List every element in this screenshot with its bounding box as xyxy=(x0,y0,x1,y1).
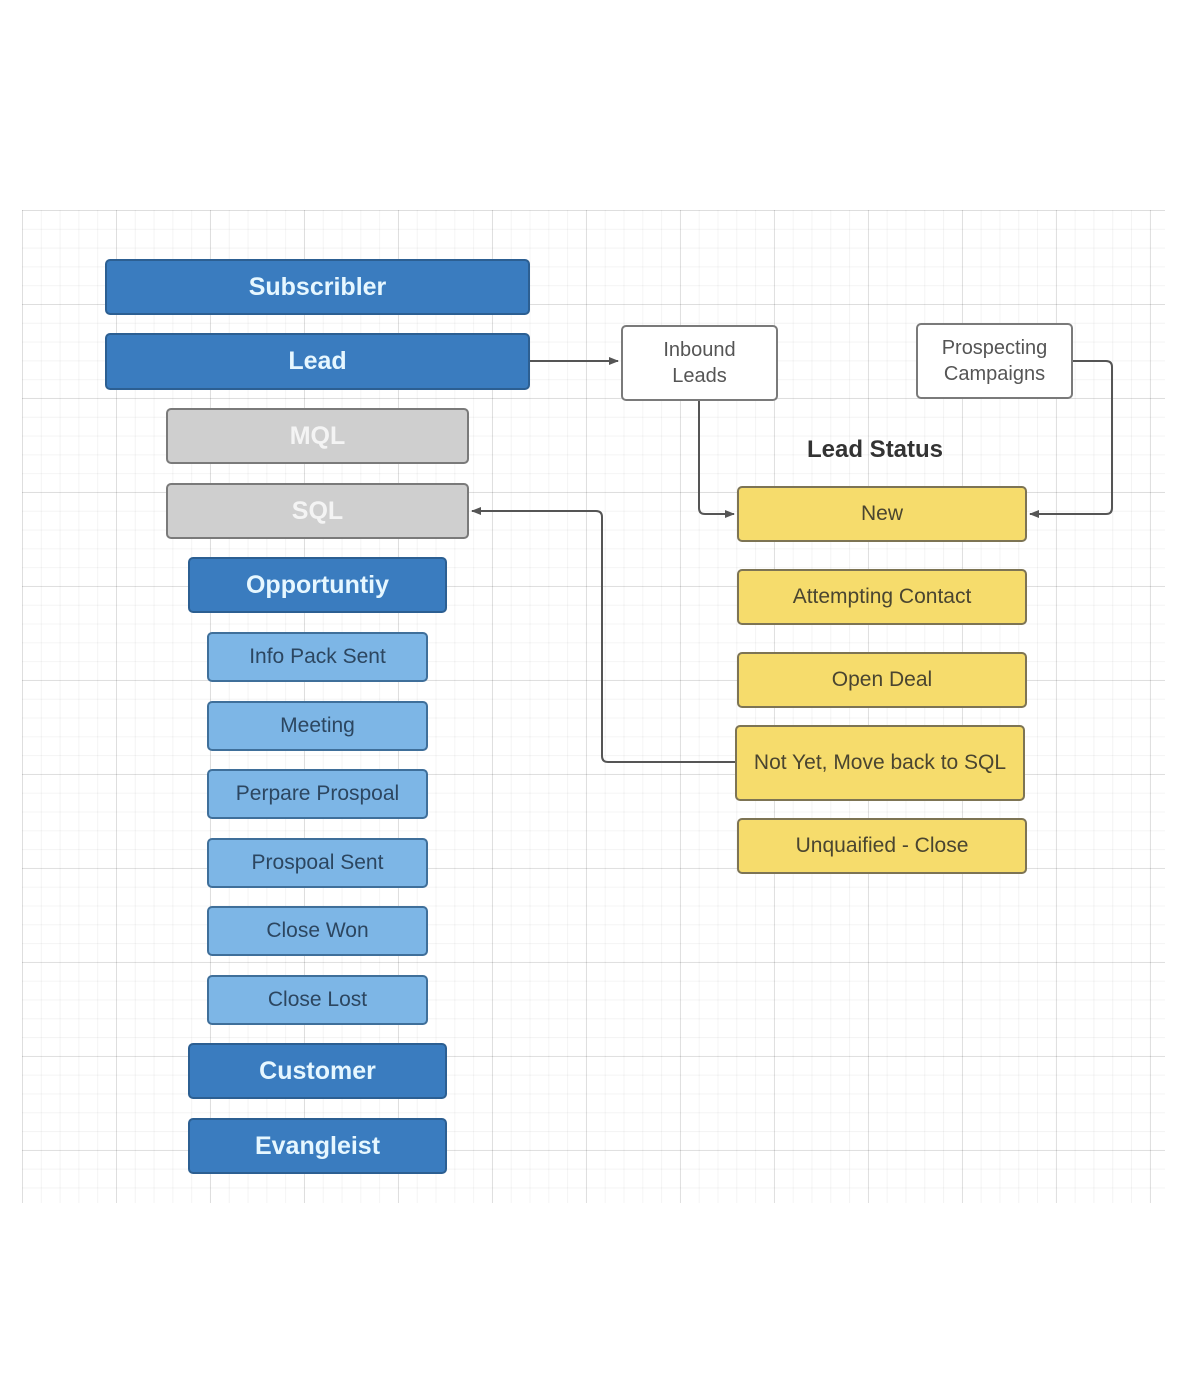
stage-lead[interactable]: Lead xyxy=(105,333,530,390)
substage-label: Close Lost xyxy=(267,988,368,1011)
stage-label: Lead xyxy=(288,347,347,375)
status-attempting-contact[interactable]: Attempting Contact xyxy=(737,569,1027,625)
substage-prepare-proposal[interactable]: Perpare Prospoal xyxy=(207,769,428,819)
substage-meeting[interactable]: Meeting xyxy=(207,701,428,751)
substage-proposal-sent[interactable]: Prospoal Sent xyxy=(207,838,428,888)
stage-subscriber[interactable]: Subscribler xyxy=(105,259,530,315)
stage-mql[interactable]: MQL xyxy=(166,408,469,464)
status-open-deal[interactable]: Open Deal xyxy=(737,652,1027,708)
substage-close-lost[interactable]: Close Lost xyxy=(207,975,428,1025)
substage-close-won[interactable]: Close Won xyxy=(207,906,428,956)
status-label: Not Yet, Move back to SQL xyxy=(753,751,1007,774)
status-label: Unquaified - Close xyxy=(795,834,969,857)
status-label: Open Deal xyxy=(831,668,933,691)
status-unqualified-close[interactable]: Unquaified - Close xyxy=(737,818,1027,874)
stage-label: Subscribler xyxy=(248,272,387,301)
stage-label: SQL xyxy=(291,496,344,525)
substage-info-pack-sent[interactable]: Info Pack Sent xyxy=(207,632,428,682)
status-label: New xyxy=(860,502,903,525)
substage-label: Meeting xyxy=(280,714,355,737)
stage-opportunity[interactable]: Opportuntiy xyxy=(188,557,447,613)
status-not-yet-move-back[interactable]: Not Yet, Move back to SQL xyxy=(735,725,1025,801)
stage-label: MQL xyxy=(289,421,346,450)
substage-label: Prospoal Sent xyxy=(251,851,384,874)
source-prospecting-campaigns[interactable]: Prospecting Campaigns xyxy=(916,323,1073,399)
stage-customer[interactable]: Customer xyxy=(188,1043,447,1099)
stage-label: Evangleist xyxy=(254,1131,381,1160)
status-label: Attempting Contact xyxy=(792,585,972,608)
substage-label: Info Pack Sent xyxy=(249,645,386,668)
source-label: Inbound Leads xyxy=(663,339,736,387)
stage-label: Opportuntiy xyxy=(245,570,390,599)
source-label: Prospecting Campaigns xyxy=(941,337,1048,385)
substage-label: Perpare Prospoal xyxy=(235,782,400,805)
source-inbound-leads[interactable]: Inbound Leads xyxy=(621,325,778,401)
status-new[interactable]: New xyxy=(737,486,1027,542)
stage-label: Customer xyxy=(259,1056,376,1085)
lead-status-title: Lead Status xyxy=(807,436,944,463)
substage-label: Close Won xyxy=(266,919,369,942)
stage-sql[interactable]: SQL xyxy=(166,483,469,539)
stage-evangelist[interactable]: Evangleist xyxy=(188,1118,447,1174)
